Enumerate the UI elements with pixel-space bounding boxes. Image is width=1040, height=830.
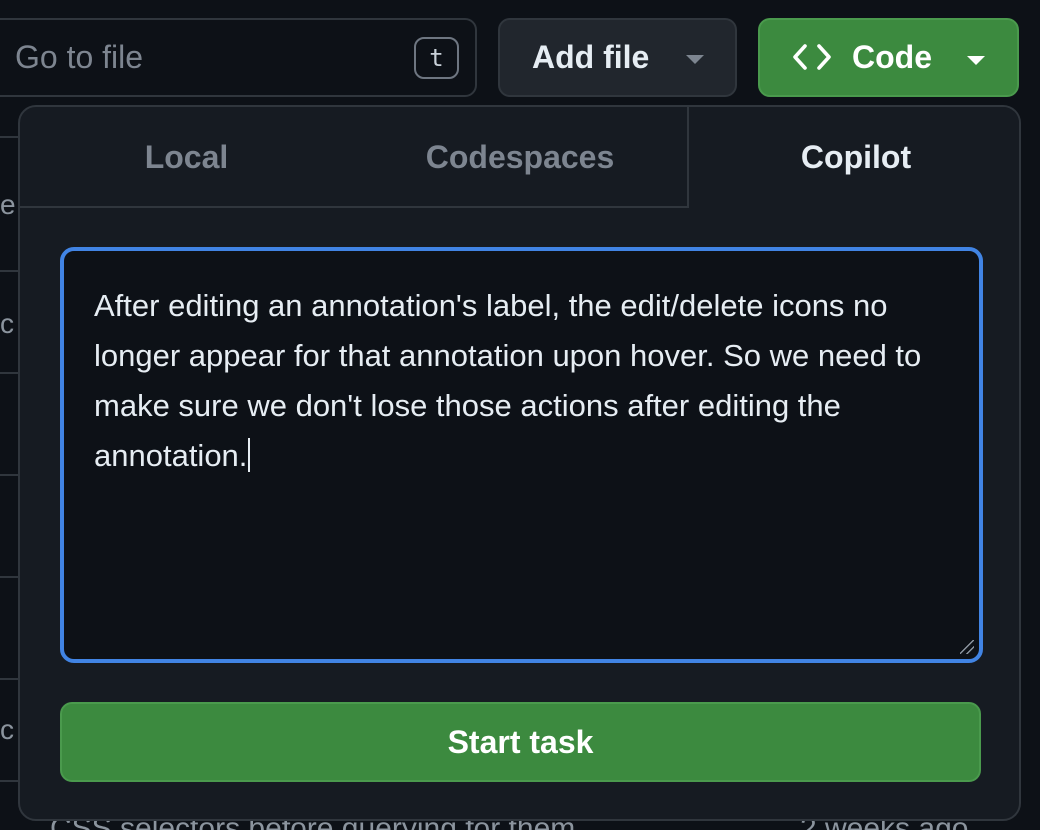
file-row-fragment: c [0, 714, 14, 745]
chevron-down-icon [686, 55, 704, 64]
resize-grip-icon[interactable] [960, 640, 974, 654]
text-cursor [248, 438, 251, 472]
keyboard-shortcut-badge: t [414, 36, 459, 79]
stage: e c c CSS selectors before querying for … [0, 0, 1040, 830]
code-button[interactable]: Code [758, 18, 1019, 97]
chevron-down-icon [967, 56, 985, 65]
code-dropdown-panel: Local Codespaces Copilot After editing a… [18, 105, 1021, 821]
tabs-divider [20, 206, 687, 208]
task-text: After editing an annotation's label, the… [94, 288, 922, 473]
tab-codespaces[interactable]: Codespaces [353, 107, 687, 208]
copilot-task-textarea[interactable]: After editing an annotation's label, the… [60, 247, 983, 663]
start-task-label: Start task [447, 723, 594, 760]
tab-copilot[interactable]: Copilot [687, 107, 1019, 208]
search-placeholder: Go to file [15, 39, 144, 75]
add-file-button[interactable]: Add file [498, 18, 737, 97]
code-brackets-icon [793, 44, 831, 70]
start-task-button[interactable]: Start task [60, 702, 981, 782]
clone-tabs: Local Codespaces Copilot [20, 107, 1019, 208]
tab-label: Codespaces [425, 139, 615, 175]
file-row-fragment: c [0, 308, 14, 339]
file-row-fragment: e [0, 189, 16, 220]
tab-label: Copilot [800, 139, 912, 175]
tab-local[interactable]: Local [20, 107, 353, 208]
tab-label: Local [144, 139, 229, 175]
code-label: Code [852, 39, 932, 75]
go-to-file-search[interactable]: Go to file t [0, 18, 477, 97]
add-file-label: Add file [532, 39, 650, 75]
